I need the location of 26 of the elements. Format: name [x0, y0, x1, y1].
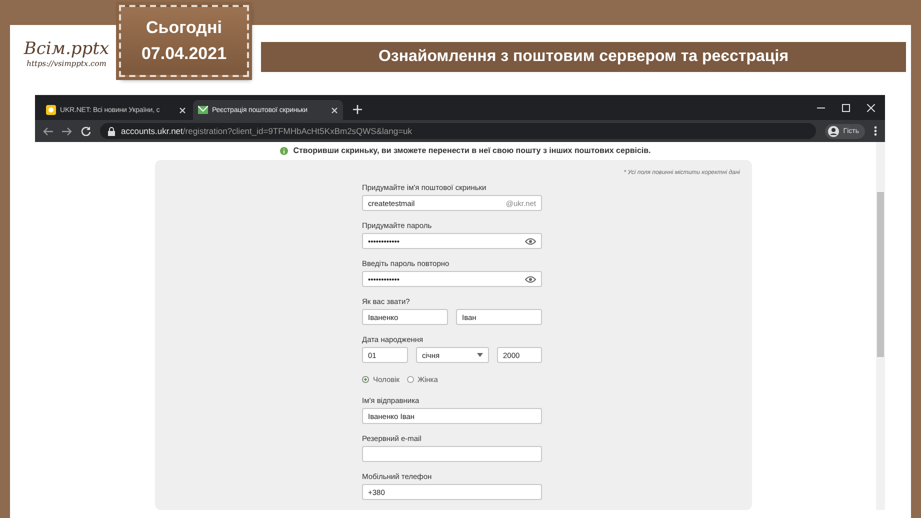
back-arrow-icon	[43, 126, 53, 136]
date-label: Сьогодні	[146, 18, 222, 38]
caret-icon	[477, 353, 483, 357]
maximize-icon	[842, 104, 850, 112]
close-icon	[179, 106, 186, 114]
eye-icon	[525, 276, 536, 282]
logo-title: Всім.pptx	[22, 39, 110, 59]
input-field[interactable]	[362, 446, 542, 462]
address-bar[interactable]: accounts.ukr.net/registration?client_id=9TFMHbAcHt5KxBm2sQWS&lang=uk	[100, 123, 816, 139]
url-text: accounts.ukr.net/registration?client_id=9TFMHbAcHt5KxBm2sQWS&lang=uk	[121, 126, 412, 136]
date-text: 07.04.2021	[141, 44, 227, 64]
slide-title: Ознайомлення з поштовим сервером та реєстрація	[261, 42, 906, 72]
eye-icon	[525, 238, 536, 244]
lock-icon	[108, 126, 115, 136]
person-icon	[828, 126, 840, 136]
scrollbar[interactable]	[876, 142, 885, 510]
reload-icon	[81, 126, 91, 136]
info-icon	[280, 146, 288, 154]
news-icon	[46, 105, 56, 115]
close-icon	[331, 106, 338, 114]
forward-arrow-icon	[62, 126, 72, 136]
more-menu-icon	[874, 126, 877, 136]
envelope-icon	[198, 105, 208, 115]
close-icon	[867, 104, 875, 112]
notice-text: Створивши скриньку, ви зможете перенести в неї свою пошту з інших поштових сервісів.	[293, 146, 651, 155]
new-tab-icon	[353, 105, 362, 114]
